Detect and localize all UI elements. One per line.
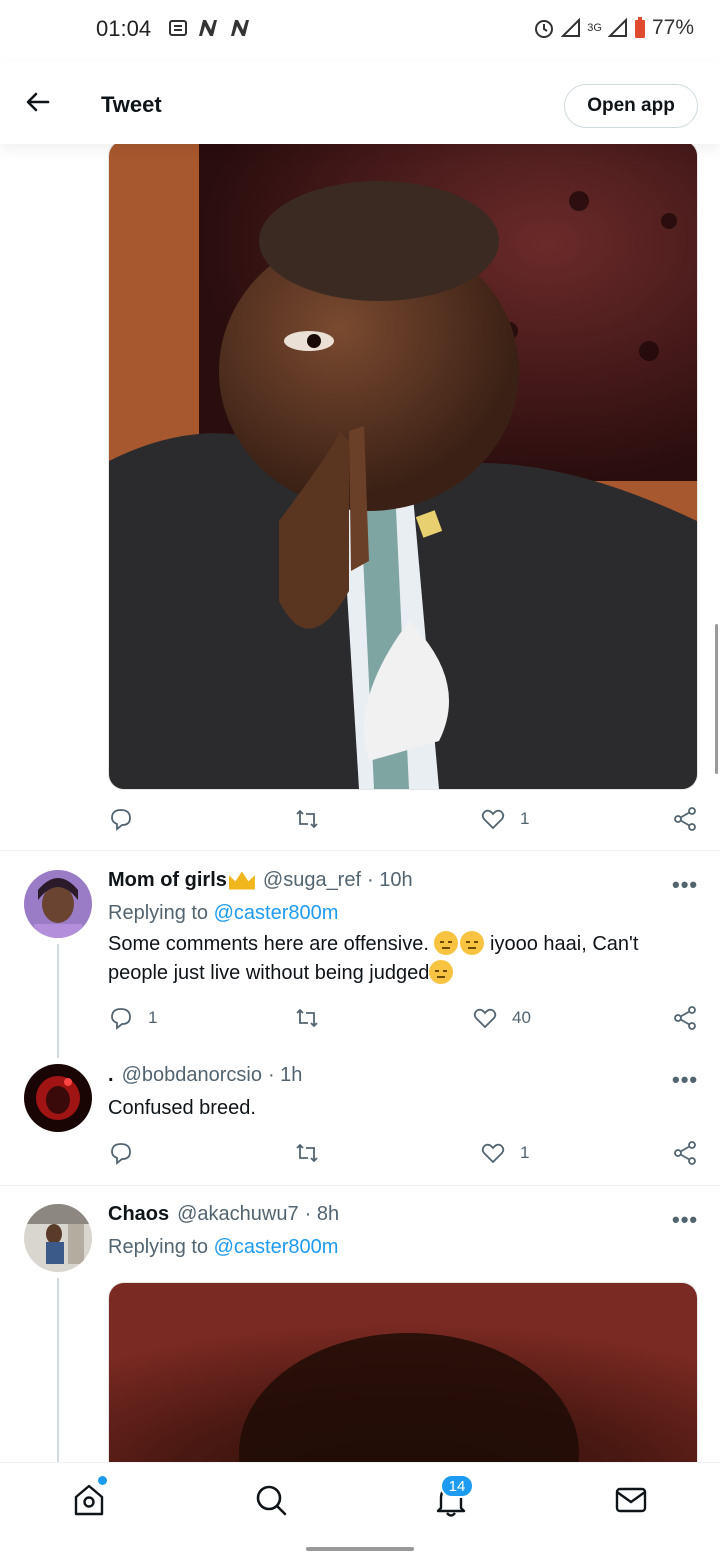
- home-unread-dot: [98, 1476, 107, 1485]
- thread-line: [57, 1278, 59, 1462]
- network-type: 3G: [587, 21, 602, 34]
- retweet-action[interactable]: [294, 806, 320, 832]
- crown-emoji-icon: [228, 871, 255, 890]
- avatar[interactable]: [24, 1204, 92, 1272]
- heart-icon: [481, 809, 505, 830]
- messages-mail-icon[interactable]: [612, 1481, 650, 1519]
- news-app-icon: [169, 20, 187, 36]
- home-icon[interactable]: [70, 1481, 108, 1519]
- replying-prefix: Replying to: [108, 1236, 209, 1258]
- tweet-image[interactable]: [108, 140, 698, 790]
- share-action[interactable]: [672, 1005, 698, 1031]
- reply-action[interactable]: [108, 806, 134, 832]
- bottom-nav: [0, 1462, 720, 1537]
- reply-count: 1: [148, 1008, 158, 1027]
- timestamp: · 10h: [367, 869, 413, 891]
- scrollbar[interactable]: [715, 624, 718, 774]
- relieved-emoji-icon-2: [429, 960, 454, 984]
- share-icon: [674, 807, 696, 831]
- notification-icons: [168, 18, 252, 38]
- notifications-badge: 14: [440, 1474, 474, 1498]
- replying-to: Replying to @caster800m: [108, 902, 338, 925]
- retweet-action[interactable]: [294, 1140, 320, 1166]
- status-right: 3G 77%: [533, 16, 694, 40]
- top-bar: Tweet Open app: [0, 62, 720, 144]
- tweet-actions: 1: [108, 806, 704, 836]
- divider: [0, 1185, 720, 1186]
- reply-icon: [111, 1143, 131, 1165]
- like-action[interactable]: 40: [472, 1005, 531, 1031]
- reply-text: Some comments here are offensive. iyooo …: [108, 930, 688, 988]
- reply-photo: [109, 1283, 697, 1483]
- divider: [0, 850, 720, 851]
- avatar[interactable]: [24, 870, 92, 938]
- like-action[interactable]: 1: [480, 806, 529, 832]
- reply-actions: 1: [108, 1140, 704, 1170]
- page-title: Tweet: [101, 92, 162, 117]
- battery-icon: [634, 17, 645, 38]
- battery-percent: 77%: [651, 16, 694, 39]
- reply-action[interactable]: [108, 1140, 134, 1166]
- retweet-action[interactable]: [294, 1005, 320, 1031]
- share-action[interactable]: [672, 1140, 698, 1166]
- more-options-icon[interactable]: •••: [672, 1067, 698, 1093]
- like-count: 1: [520, 1143, 530, 1162]
- reply-header: Chaos @akachuwu7 · 8h: [108, 1203, 339, 1226]
- signal-icon-2: [607, 18, 627, 37]
- search-icon[interactable]: [252, 1481, 290, 1519]
- sleepy-emoji-icon: [460, 931, 485, 955]
- heart-icon: [481, 1143, 505, 1164]
- reply-text-part1: Some comments here are offensive.: [108, 933, 429, 955]
- share-icon: [674, 1141, 696, 1165]
- mention-link[interactable]: @caster800m: [214, 1236, 339, 1258]
- alarm-icon: [535, 20, 554, 38]
- replying-prefix: Replying to: [108, 902, 209, 924]
- more-options-icon[interactable]: •••: [672, 1207, 698, 1233]
- thread-line: [57, 944, 59, 1058]
- display-name[interactable]: Chaos: [108, 1203, 169, 1226]
- like-count: 1: [520, 809, 530, 828]
- like-count: 40: [512, 1008, 531, 1027]
- reply-header: . @bobdanorcsio · 1h: [108, 1064, 302, 1087]
- n-app-icon-2: [231, 20, 249, 36]
- reply-icon: [111, 809, 131, 831]
- relieved-emoji-icon: [434, 931, 459, 955]
- reply-icon: [111, 1008, 131, 1030]
- share-icon: [674, 1006, 696, 1030]
- retweet-icon: [296, 809, 318, 829]
- status-bar: 01:04 3G 77%: [0, 0, 720, 60]
- home-indicator[interactable]: [306, 1547, 414, 1551]
- handle[interactable]: @bobdanorcsio: [122, 1064, 262, 1087]
- display-name[interactable]: Mom of girls: [108, 869, 227, 892]
- mention-link[interactable]: @caster800m: [214, 902, 339, 924]
- display-name[interactable]: .: [108, 1064, 114, 1087]
- status-time: 01:04: [96, 16, 152, 41]
- reply-actions: 1 40: [108, 1005, 704, 1035]
- more-options-icon[interactable]: •••: [672, 872, 698, 898]
- reply-action[interactable]: 1: [108, 1005, 157, 1031]
- like-action[interactable]: 1: [480, 1140, 529, 1166]
- n-app-icon: [199, 20, 217, 36]
- retweet-icon: [296, 1143, 318, 1163]
- share-action[interactable]: [672, 806, 698, 832]
- reply-image[interactable]: [108, 1282, 698, 1484]
- replying-to: Replying to @caster800m: [108, 1236, 338, 1259]
- handle[interactable]: @akachuwu7: [177, 1203, 298, 1226]
- timestamp: · 8h: [304, 1203, 340, 1225]
- heart-icon: [473, 1008, 497, 1029]
- signal-icon: [561, 18, 581, 37]
- handle[interactable]: @suga_ref: [263, 869, 361, 892]
- back-arrow-icon[interactable]: [24, 88, 52, 116]
- tweet-photo: [109, 141, 697, 789]
- timestamp: · 1h: [267, 1064, 303, 1086]
- reply-text: Confused breed.: [108, 1097, 256, 1119]
- avatar[interactable]: [24, 1064, 92, 1132]
- retweet-icon: [296, 1008, 318, 1028]
- reply-header: Mom of girls @suga_ref · 10h: [108, 869, 413, 892]
- open-app-button[interactable]: Open app: [564, 84, 698, 128]
